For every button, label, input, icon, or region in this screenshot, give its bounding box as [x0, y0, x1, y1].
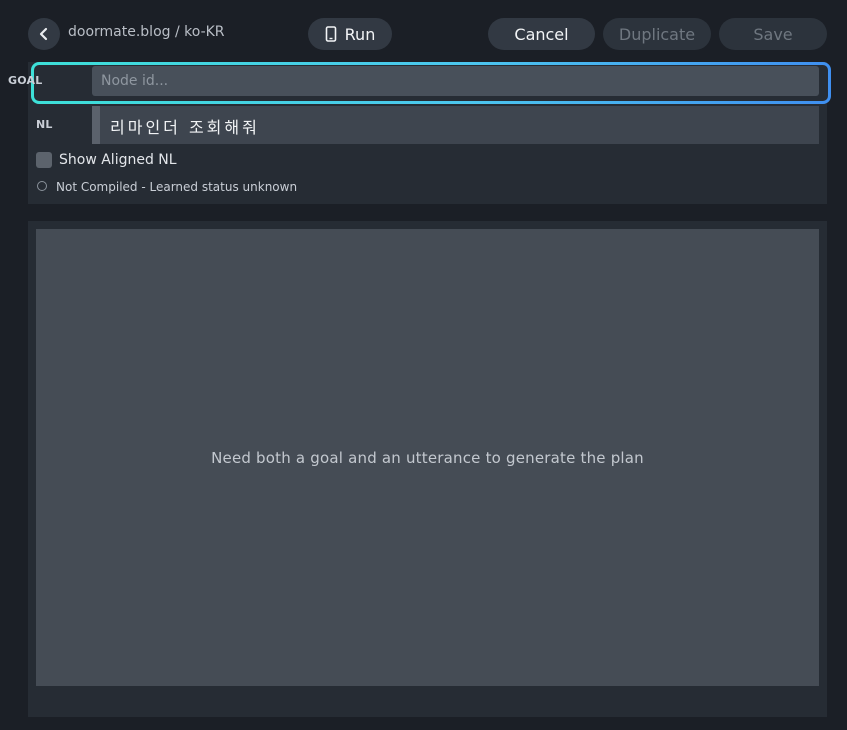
- goal-input[interactable]: [92, 66, 819, 96]
- goal-label: GOAL: [8, 74, 43, 87]
- top-toolbar: doormate.blog / ko-KR Run Cancel Duplica…: [0, 0, 847, 66]
- plan-empty-message: Need both a goal and an utterance to gen…: [211, 448, 644, 467]
- circle-outline-icon: [37, 181, 47, 191]
- compile-status-text: Not Compiled - Learned status unknown: [56, 180, 298, 194]
- show-aligned-nl-label[interactable]: Show Aligned NL: [59, 152, 177, 168]
- chevron-left-icon: [39, 27, 48, 41]
- plan-canvas: Need both a goal and an utterance to gen…: [36, 229, 819, 686]
- run-button[interactable]: Run: [308, 18, 392, 50]
- duplicate-button[interactable]: Duplicate: [603, 18, 711, 50]
- cancel-button[interactable]: Cancel: [488, 18, 595, 50]
- phone-icon: [325, 26, 336, 42]
- breadcrumb: doormate.blog / ko-KR: [68, 24, 225, 40]
- back-button[interactable]: [28, 18, 60, 50]
- nl-input[interactable]: 리마인더 조회해줘: [92, 106, 819, 144]
- nl-label: NL: [36, 118, 53, 131]
- save-button[interactable]: Save: [719, 18, 827, 50]
- run-button-label: Run: [344, 24, 376, 44]
- show-aligned-nl-checkbox[interactable]: [36, 152, 52, 168]
